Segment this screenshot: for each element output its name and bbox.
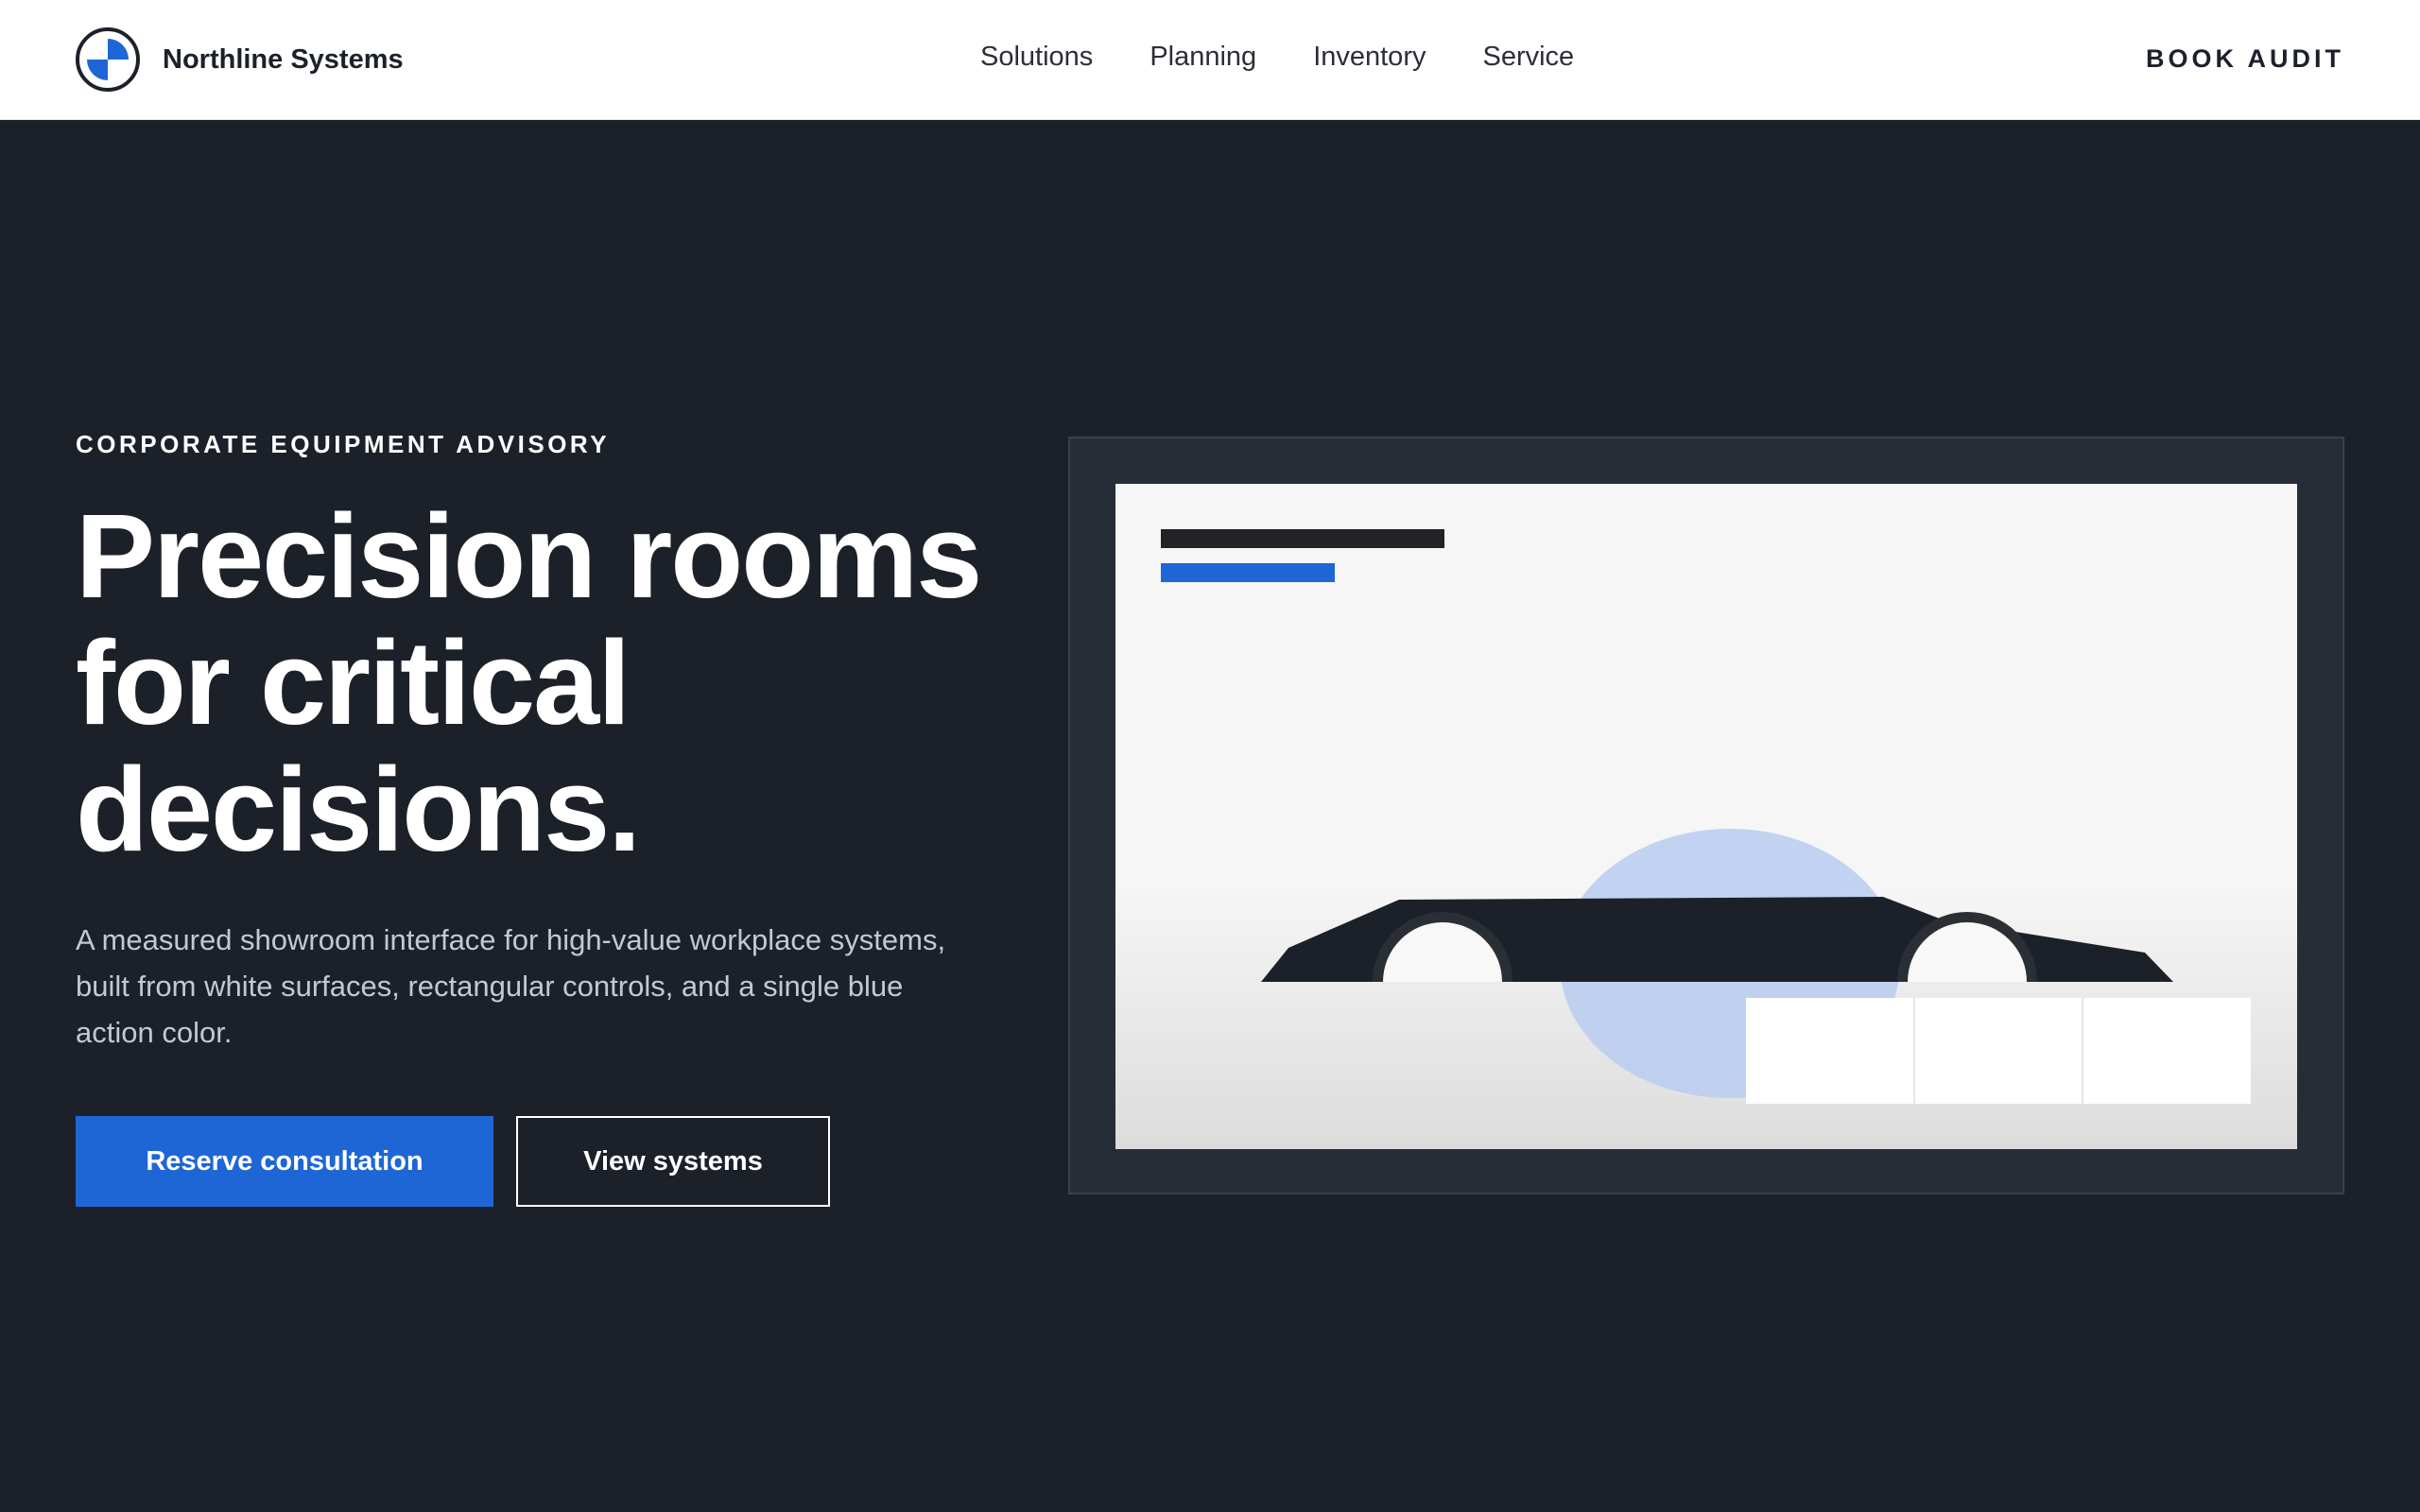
view-systems-button[interactable]: View systems (516, 1116, 830, 1207)
book-audit-link[interactable]: BOOK AUDIT (2146, 44, 2344, 74)
hero-eyebrow: CORPORATE EQUIPMENT ADVISORY (76, 430, 611, 458)
hero-actions: Reserve consultation View systems (76, 1116, 983, 1207)
reserve-consultation-button[interactable]: Reserve consultation (76, 1116, 493, 1207)
nav-item-service[interactable]: Service (1482, 42, 1574, 73)
top-navigation-bar: Northline Systems Solutions Planning Inv… (0, 0, 2420, 120)
brand[interactable]: Northline Systems (76, 27, 404, 92)
nav-item-inventory[interactable]: Inventory (1313, 42, 1426, 73)
hero-content: CORPORATE EQUIPMENT ADVISORY Precision r… (76, 430, 983, 1207)
preview-option-cards (1746, 998, 2251, 1104)
preview-option-card[interactable] (1746, 998, 1915, 1104)
showroom-preview-screen (1115, 484, 2297, 1149)
nav-item-solutions[interactable]: Solutions (980, 42, 1093, 73)
preview-option-card[interactable] (1915, 998, 2084, 1104)
preview-option-card[interactable] (2083, 998, 2251, 1104)
hero-headline: Precision rooms for critical decisions. (76, 490, 982, 876)
showroom-preview-frame (1068, 437, 2344, 1194)
brand-name: Northline Systems (163, 43, 404, 75)
main-nav: Solutions Planning Inventory Service (980, 42, 1631, 73)
nav-item-planning[interactable]: Planning (1150, 42, 1256, 73)
hero-description: A measured showroom interface for high-v… (76, 923, 946, 1049)
quartered-circle-logo-icon (76, 27, 140, 92)
